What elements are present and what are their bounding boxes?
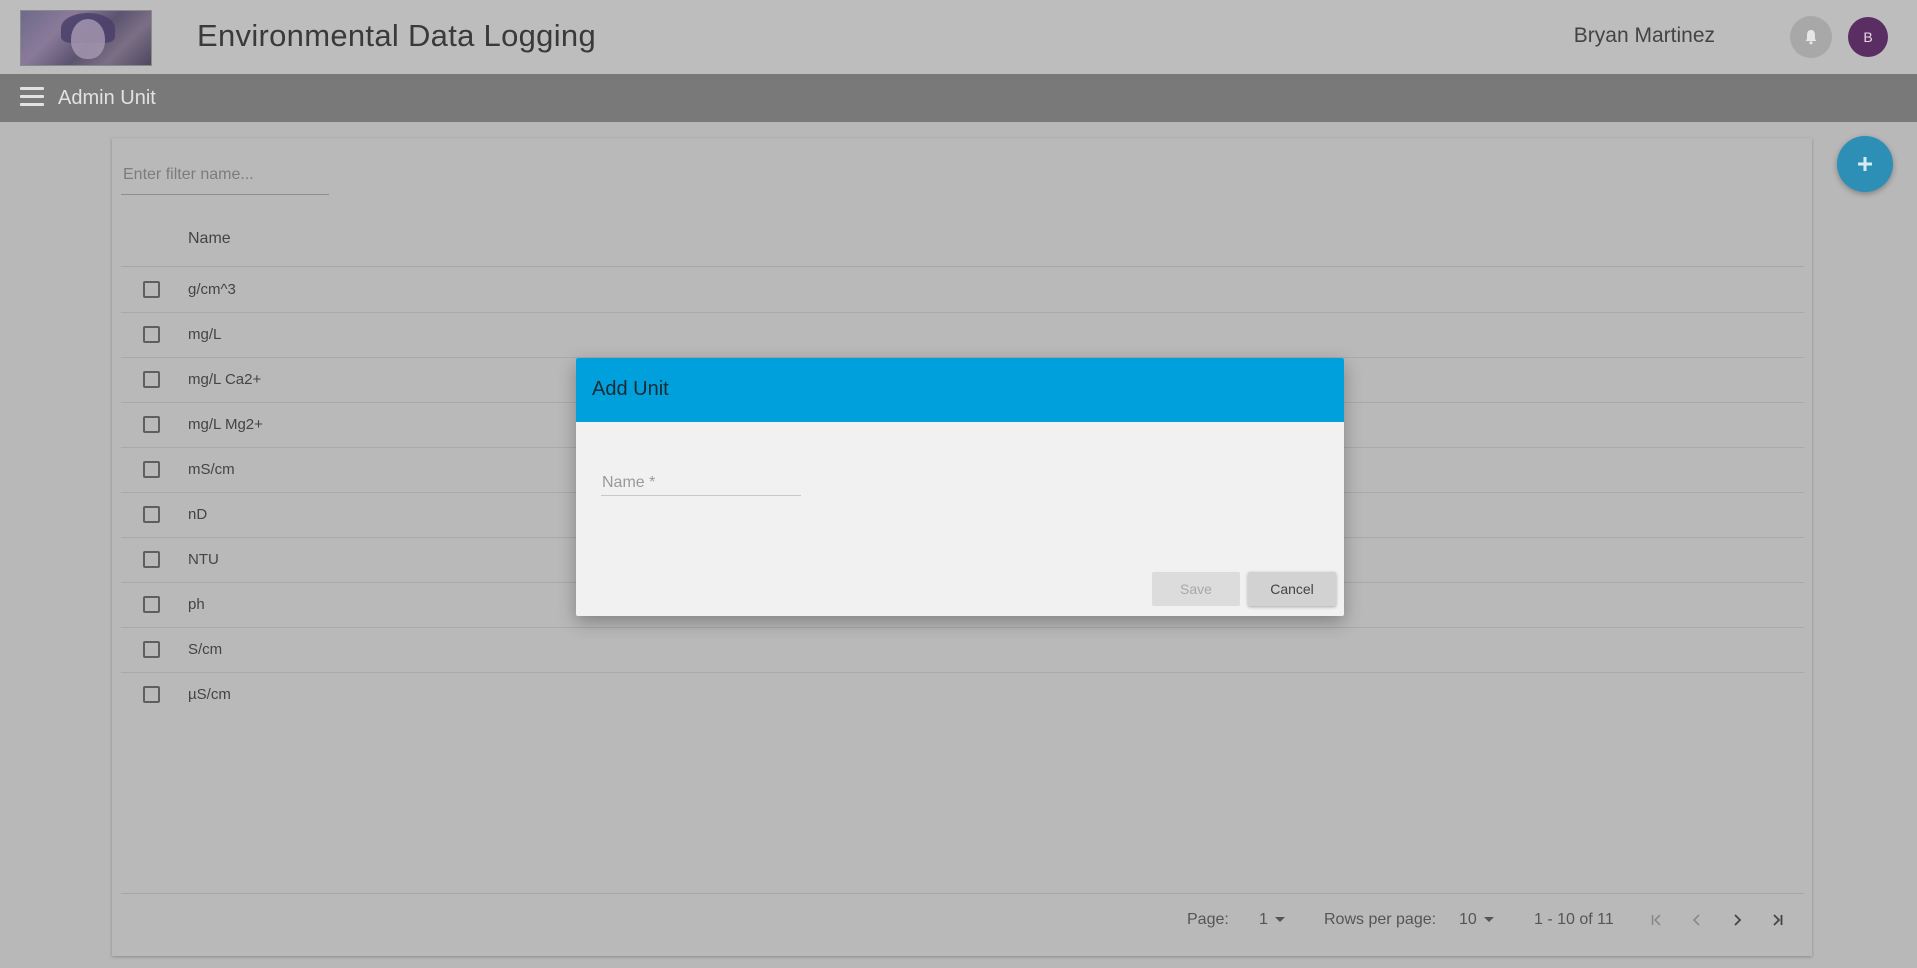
row-name: S/cm [188, 641, 223, 658]
cancel-button[interactable]: Cancel [1248, 572, 1336, 606]
caret-down-icon [1483, 917, 1494, 923]
app-logo[interactable] [20, 10, 152, 66]
user-avatar[interactable]: B [1848, 17, 1888, 57]
page-label: Page: [1187, 911, 1229, 928]
row-checkbox[interactable] [143, 551, 160, 568]
last-page-icon [1773, 914, 1783, 926]
row-checkbox[interactable] [143, 326, 160, 343]
row-checkbox[interactable] [143, 371, 160, 388]
row-name: mg/L Mg2+ [188, 416, 263, 433]
previous-page-button[interactable] [1685, 908, 1709, 932]
user-name: Bryan Martinez [1573, 24, 1715, 47]
row-checkbox[interactable] [143, 281, 160, 298]
column-header-name[interactable]: Name [188, 230, 231, 248]
row-name: g/cm^3 [188, 281, 236, 298]
rows-per-page-select[interactable]: 10 [1459, 911, 1494, 929]
dialog-header: Add Unit [576, 358, 1344, 422]
header-divider [121, 266, 1804, 267]
row-checkbox[interactable] [143, 461, 160, 478]
caret-down-icon [1274, 917, 1285, 923]
row-checkbox[interactable] [143, 506, 160, 523]
row-name: mg/L Ca2+ [188, 371, 262, 388]
add-unit-dialog: Add Unit Name * Save Cancel [576, 358, 1344, 616]
last-page-button[interactable] [1765, 908, 1789, 932]
table-row[interactable]: S/cm [121, 628, 1804, 673]
bell-icon [1805, 30, 1817, 45]
row-checkbox[interactable] [143, 416, 160, 433]
menu-icon[interactable] [20, 87, 44, 107]
page-title: Admin Unit [58, 87, 156, 109]
add-unit-button[interactable] [1837, 136, 1893, 192]
range-text: 1 - 10 of 11 [1534, 911, 1614, 928]
app-title: Environmental Data Logging [197, 18, 596, 53]
chevron-left-icon [1692, 914, 1700, 926]
row-checkbox[interactable] [143, 596, 160, 613]
logo-face-shape [71, 19, 105, 59]
save-button[interactable]: Save [1152, 572, 1240, 606]
filter-input[interactable] [121, 156, 329, 195]
table-row[interactable]: mg/L [121, 313, 1804, 358]
row-name: mS/cm [188, 461, 235, 478]
first-page-icon [1651, 914, 1661, 926]
table-row[interactable]: µS/cm [121, 673, 1804, 717]
plus-icon [1858, 157, 1872, 171]
page-select-value: 1 [1259, 911, 1268, 928]
footer-divider [121, 893, 1804, 894]
rows-per-page-label: Rows per page: [1324, 911, 1437, 928]
next-page-button[interactable] [1725, 908, 1749, 932]
page-select[interactable]: 1 [1259, 911, 1285, 929]
table-row[interactable]: g/cm^3 [121, 268, 1804, 313]
row-name: nD [188, 506, 208, 523]
name-field[interactable] [601, 466, 805, 498]
row-name: µS/cm [188, 686, 231, 703]
row-name: mg/L [188, 326, 222, 343]
rows-per-page-value: 10 [1459, 911, 1477, 928]
sub-navbar [0, 74, 1917, 122]
row-name: NTU [188, 551, 219, 568]
name-field-underline [601, 495, 801, 496]
notifications-button[interactable] [1790, 16, 1832, 58]
dialog-title: Add Unit [592, 378, 669, 400]
row-checkbox[interactable] [143, 641, 160, 658]
first-page-button[interactable] [1645, 908, 1669, 932]
chevron-right-icon [1734, 914, 1742, 926]
row-checkbox[interactable] [143, 686, 160, 703]
row-name: ph [188, 596, 205, 613]
